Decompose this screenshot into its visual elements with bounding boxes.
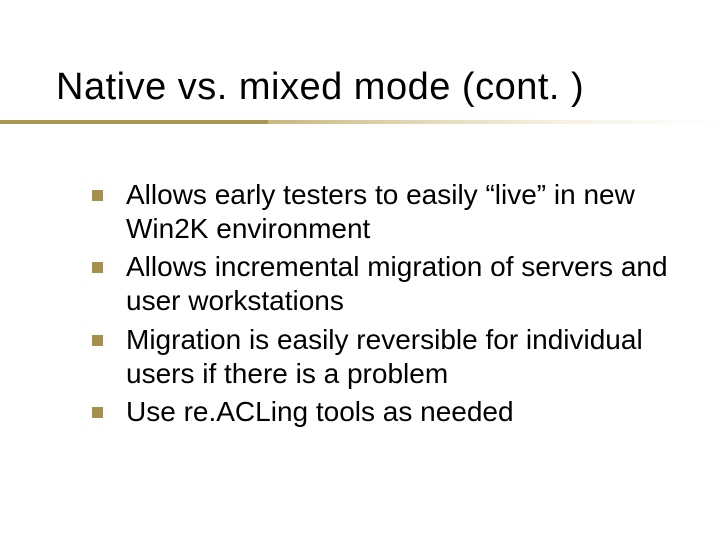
- list-item: Allows early testers to easily “live” in…: [90, 178, 682, 246]
- bullet-list: Allows early testers to easily “live” in…: [90, 178, 682, 429]
- underline-solid: [0, 120, 268, 124]
- bullet-text: Migration is easily reversible for indiv…: [126, 324, 643, 389]
- body-block: Allows early testers to easily “live” in…: [90, 178, 682, 433]
- bullet-text: Use re.ACLing tools as needed: [126, 396, 514, 427]
- list-item: Migration is easily reversible for indiv…: [90, 323, 682, 391]
- slide: Native vs. mixed mode (cont. ) Allows ea…: [0, 0, 720, 540]
- title-underline: [0, 120, 720, 124]
- list-item: Allows incremental migration of servers …: [90, 250, 682, 318]
- list-item: Use re.ACLing tools as needed: [90, 395, 682, 429]
- slide-title: Native vs. mixed mode (cont. ): [56, 66, 680, 109]
- bullet-text: Allows early testers to easily “live” in…: [126, 179, 635, 244]
- underline-fade: [268, 120, 720, 124]
- title-block: Native vs. mixed mode (cont. ): [56, 66, 680, 115]
- bullet-text: Allows incremental migration of servers …: [126, 251, 668, 316]
